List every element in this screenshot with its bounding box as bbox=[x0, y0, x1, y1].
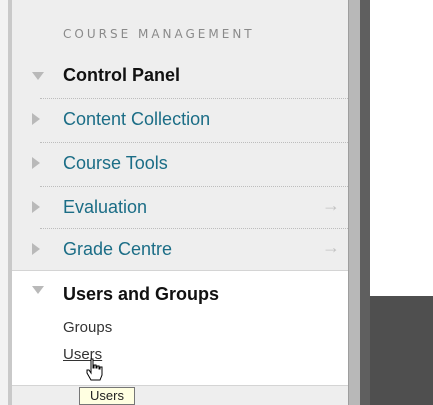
nav-evaluation-label: Evaluation bbox=[63, 197, 148, 217]
panel-divider bbox=[360, 0, 370, 405]
nav-grade-centre[interactable]: Grade Centre → bbox=[12, 228, 348, 272]
next-nav-item[interactable] bbox=[12, 385, 348, 405]
content-area bbox=[370, 0, 433, 296]
section-heading: COURSE MANAGEMENT bbox=[63, 27, 255, 41]
arrow-right-icon[interactable]: → bbox=[322, 195, 340, 216]
collapsed-triangle-icon bbox=[32, 243, 40, 255]
nav-users-and-groups: Users and Groups Groups Users bbox=[12, 270, 348, 385]
nav-content-collection[interactable]: Content Collection bbox=[12, 98, 348, 142]
nav-evaluation[interactable]: Evaluation → bbox=[12, 186, 348, 230]
collapsed-triangle-icon bbox=[32, 113, 40, 125]
nav-grade-centre-label: Grade Centre bbox=[63, 239, 173, 259]
users-and-groups-title[interactable]: Users and Groups bbox=[63, 284, 219, 305]
panel-scrollbar[interactable] bbox=[348, 0, 360, 405]
nav-control-panel[interactable]: Control Panel bbox=[12, 54, 348, 98]
hand-cursor-icon bbox=[86, 358, 103, 381]
collapsed-triangle-icon bbox=[32, 157, 40, 169]
arrow-right-icon[interactable]: → bbox=[322, 237, 340, 258]
nav-control-panel-label: Control Panel bbox=[63, 65, 181, 85]
content-area-dark bbox=[370, 296, 433, 405]
collapsed-triangle-icon bbox=[32, 201, 40, 213]
expanded-triangle-icon bbox=[32, 72, 44, 80]
nav-course-tools[interactable]: Course Tools bbox=[12, 142, 348, 186]
groups-link[interactable]: Groups bbox=[63, 319, 112, 336]
left-gutter bbox=[0, 0, 8, 405]
nav-content-collection-label: Content Collection bbox=[63, 109, 211, 129]
nav-course-tools-label: Course Tools bbox=[63, 153, 168, 173]
expanded-triangle-icon bbox=[32, 286, 44, 294]
users-tooltip: Users bbox=[79, 387, 135, 405]
